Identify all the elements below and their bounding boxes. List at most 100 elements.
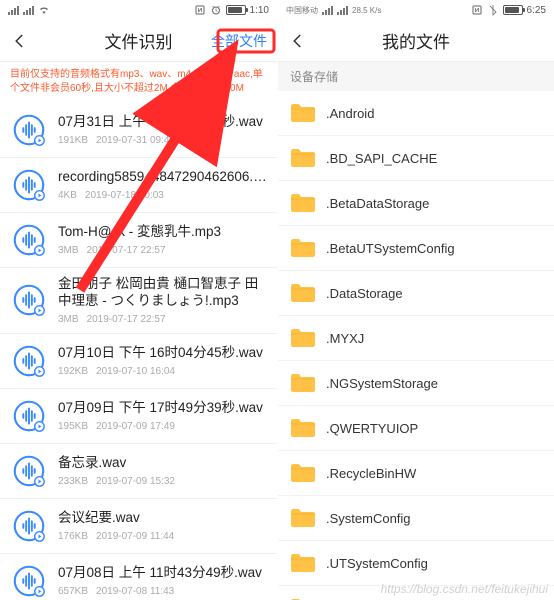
audio-date: 2019-07-31 09:44: [96, 135, 175, 146]
battery-icon: [226, 5, 246, 15]
folder-name: .Android: [326, 106, 374, 121]
audio-meta: 657KB 2019-07-08 11:43: [58, 586, 267, 597]
audio-row[interactable]: recording585944847290462606.amr 4KB2019-0…: [0, 158, 277, 213]
folder-icon: [290, 372, 316, 394]
folder-name: .BetaUTSystemConfig: [326, 241, 455, 256]
audio-wave-icon: [10, 452, 48, 490]
left-phone: 1:10 文件识别 全部文件 目前仅支持的音频格式有mp3、wav、m4a、am…: [0, 0, 277, 600]
alarm-icon: [210, 4, 222, 16]
audio-meta: 3MB2019-07-17 22:57: [58, 314, 267, 325]
audio-row[interactable]: 07月31日 上午 09时40分34秒.wav191KB2019-07-31 0…: [0, 103, 277, 158]
audio-row[interactable]: 金田朋子 松岡由貴 樋口智恵子 田中理恵 - つくりましょう!.mp3 3MB20…: [0, 268, 277, 334]
audio-title: 07月09日 下午 17时49分39秒.wav: [58, 400, 267, 417]
folder-row[interactable]: .Android: [278, 91, 554, 136]
audio-row[interactable]: 备忘录.wav 233KB 2019-07-09 15:32: [0, 444, 277, 499]
folder-name: .MYXJ: [326, 331, 364, 346]
folder-icon: [290, 507, 316, 529]
all-files-button[interactable]: 全部文件: [211, 31, 267, 51]
folder-row[interactable]: .BD_SAPI_CACHE: [278, 136, 554, 181]
folder-row[interactable]: .SystemConfig: [278, 496, 554, 541]
back-button[interactable]: [288, 31, 308, 51]
audio-meta: 3MB2019-07-17 22:57: [58, 245, 267, 256]
audio-title: 07月10日 下午 16时04分45秒.wav: [58, 345, 267, 362]
signal-icon: [8, 5, 19, 15]
format-notice: 目前仅支持的音频格式有mp3、wav、m4a、amr、aac,单个文件非会员60…: [0, 62, 277, 103]
folder-row[interactable]: .BetaDataStorage: [278, 181, 554, 226]
audio-date: 2019-07-08 11:43: [96, 586, 174, 597]
status-bar: 1:10: [0, 0, 277, 20]
audio-wave-icon: [10, 281, 48, 319]
wifi-icon: [38, 4, 50, 16]
nfc-icon: [194, 4, 206, 16]
header: 文件识别 全部文件: [0, 20, 277, 62]
folder-row[interactable]: .NGSystemStorage: [278, 361, 554, 406]
nfc-icon: [471, 4, 483, 16]
audio-wave-icon: [10, 342, 48, 380]
audio-meta: 176KB2019-07-09 11:44: [58, 531, 267, 542]
audio-info: 备忘录.wav 233KB 2019-07-09 15:32: [58, 455, 267, 487]
folder-icon: [290, 417, 316, 439]
audio-size: 176KB: [58, 531, 88, 542]
audio-row[interactable]: Tom-H@ck - 変態乳牛.mp3 3MB2019-07-17 22:57: [0, 213, 277, 268]
chevron-left-icon: [289, 32, 307, 50]
audio-info: 07月31日 上午 09时40分34秒.wav191KB2019-07-31 0…: [58, 114, 267, 146]
folder-icon: [290, 237, 316, 259]
audio-date: 2019-07-09 15:32: [96, 476, 175, 487]
status-time: 1:10: [250, 5, 269, 16]
audio-size: 233KB: [58, 476, 88, 487]
audio-size: 195KB: [58, 421, 88, 432]
right-phone: 中国移动 28.5 K/s 6:25 我的文件 设备存储 .Android .BD…: [277, 0, 554, 600]
audio-wave-icon: [10, 397, 48, 435]
folder-row[interactable]: .WL: [278, 586, 554, 600]
folder-icon: [290, 282, 316, 304]
status-bar: 中国移动 28.5 K/s 6:25: [278, 0, 554, 20]
folder-name: .BD_SAPI_CACHE: [326, 151, 437, 166]
folder-name: .UTSystemConfig: [326, 556, 428, 571]
page-title: 我的文件: [278, 28, 554, 53]
storage-section-label: 设备存储: [278, 62, 554, 91]
folder-list[interactable]: .Android .BD_SAPI_CACHE .BetaDataStorage .B…: [278, 91, 554, 600]
audio-list[interactable]: 07月31日 上午 09时40分34秒.wav191KB2019-07-31 0…: [0, 103, 277, 600]
audio-date: 2019-07-18 00:03: [85, 190, 164, 201]
audio-title: Tom-H@ck - 変態乳牛.mp3: [58, 224, 267, 241]
audio-date: 2019-07-10 16:04: [96, 366, 175, 377]
audio-date: 2019-07-09 17:49: [96, 421, 175, 432]
folder-icon: [290, 552, 316, 574]
audio-size: 657KB: [58, 586, 88, 597]
chevron-left-icon: [11, 32, 29, 50]
folder-row[interactable]: .RecycleBinHW: [278, 451, 554, 496]
folder-row[interactable]: .QWERTYUIOP: [278, 406, 554, 451]
folder-name: .RecycleBinHW: [326, 466, 416, 481]
audio-title: 备忘录.wav: [58, 455, 267, 472]
signal-icon: [23, 5, 34, 15]
audio-wave-icon: [10, 507, 48, 545]
folder-icon: [290, 192, 316, 214]
audio-size: 191KB: [58, 135, 88, 146]
bluetooth-icon: [487, 4, 499, 16]
audio-info: recording585944847290462606.amr 4KB2019-0…: [58, 169, 267, 201]
audio-row[interactable]: 07月09日 下午 17时49分39秒.wav 195KB 2019-07-09 1…: [0, 389, 277, 444]
audio-title: recording585944847290462606.amr: [58, 169, 267, 186]
folder-row[interactable]: .DataStorage: [278, 271, 554, 316]
audio-meta: 191KB 2019-07-31 09:44: [58, 135, 267, 146]
folder-row[interactable]: .UTSystemConfig: [278, 541, 554, 586]
audio-title: 金田朋子 松岡由貴 樋口智恵子 田中理恵 - つくりましょう!.mp3: [58, 276, 267, 310]
header: 我的文件: [278, 20, 554, 62]
audio-info: 07月09日 下午 17时49分39秒.wav 195KB 2019-07-09 1…: [58, 400, 267, 432]
folder-icon: [290, 462, 316, 484]
folder-name: .DataStorage: [326, 286, 403, 301]
folder-row[interactable]: .BetaUTSystemConfig: [278, 226, 554, 271]
audio-row[interactable]: 07月10日 下午 16时04分45秒.wav192KB2019-07-10 1…: [0, 334, 277, 389]
folder-row[interactable]: .MYXJ: [278, 316, 554, 361]
back-button[interactable]: [10, 31, 30, 51]
net-speed: 28.5 K/s: [352, 6, 381, 15]
audio-row[interactable]: 会议纪要.wav 176KB2019-07-09 11:44: [0, 499, 277, 554]
folder-icon: [290, 327, 316, 349]
folder-icon: [290, 102, 316, 124]
audio-wave-icon: [10, 221, 48, 259]
audio-row[interactable]: 07月08日 上午 11时43分49秒.wav657KB2019-07-08 1…: [0, 554, 277, 600]
audio-meta: 4KB2019-07-18 00:03: [58, 190, 267, 201]
audio-wave-icon: [10, 111, 48, 149]
audio-title: 会议纪要.wav: [58, 510, 267, 527]
audio-info: 07月10日 下午 16时04分45秒.wav192KB2019-07-10 1…: [58, 345, 267, 377]
